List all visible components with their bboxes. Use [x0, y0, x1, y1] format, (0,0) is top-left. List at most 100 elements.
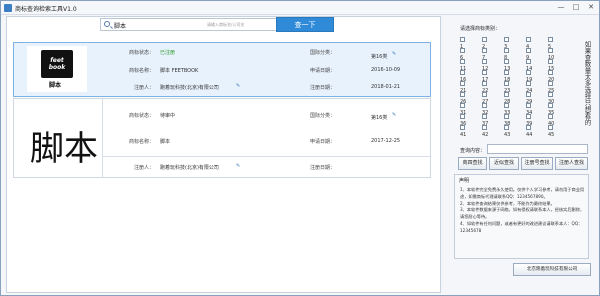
checkbox-icon[interactable]: [548, 92, 553, 97]
category-checkbox[interactable]: 31: [460, 103, 466, 116]
checkbox-icon[interactable]: [460, 103, 465, 108]
checkbox-icon[interactable]: [504, 92, 509, 97]
checkbox-icon[interactable]: [548, 70, 553, 75]
category-checkbox[interactable]: 20: [548, 70, 554, 83]
category-checkbox[interactable]: 33: [504, 103, 510, 116]
category-checkbox[interactable]: 28: [504, 92, 510, 105]
checkbox-icon[interactable]: [548, 59, 553, 64]
edit-icon[interactable]: ✎: [392, 113, 397, 118]
category-checkbox[interactable]: 35: [548, 103, 554, 116]
category-checkbox[interactable]: 2: [482, 37, 488, 50]
checkbox-icon[interactable]: [460, 114, 465, 119]
result-card[interactable]: 脚本 商标状态： 待审中 商标名称： 脚本 注册人： 跑着玩科技(北京)有限公司…: [13, 98, 431, 178]
category-checkbox[interactable]: 10: [548, 48, 554, 61]
checkbox-icon[interactable]: [526, 125, 531, 130]
category-checkbox[interactable]: 38: [504, 114, 510, 127]
checkbox-icon[interactable]: [526, 48, 531, 53]
checkbox-icon[interactable]: [548, 81, 553, 86]
category-checkbox[interactable]: 45: [548, 125, 554, 138]
checkbox-icon[interactable]: [504, 114, 509, 119]
category-checkbox[interactable]: 32: [482, 103, 488, 116]
category-checkbox[interactable]: 18: [504, 70, 510, 83]
checkbox-icon[interactable]: [482, 103, 487, 108]
checkbox-icon[interactable]: [548, 37, 553, 42]
category-checkbox[interactable]: 30: [548, 92, 554, 105]
category-checkbox[interactable]: 6: [460, 48, 466, 61]
category-checkbox[interactable]: 42: [482, 125, 488, 138]
minimize-button[interactable]: —: [553, 2, 569, 13]
checkbox-icon[interactable]: [482, 59, 487, 64]
checkbox-icon[interactable]: [526, 37, 531, 42]
category-checkbox[interactable]: 9: [526, 48, 532, 61]
checkbox-icon[interactable]: [526, 81, 531, 86]
category-checkbox[interactable]: 13: [504, 59, 510, 72]
category-checkbox[interactable]: 15: [548, 59, 554, 72]
category-checkbox[interactable]: 27: [482, 92, 488, 105]
checkbox-icon[interactable]: [482, 92, 487, 97]
category-checkbox[interactable]: 23: [504, 81, 510, 94]
category-checkbox[interactable]: 22: [482, 81, 488, 94]
checkbox-icon[interactable]: [482, 37, 487, 42]
category-checkbox[interactable]: 36: [460, 114, 466, 127]
checkbox-icon[interactable]: [460, 37, 465, 42]
category-checkbox[interactable]: 5: [548, 37, 554, 50]
checkbox-icon[interactable]: [460, 125, 465, 130]
checkbox-icon[interactable]: [460, 70, 465, 75]
checkbox-icon[interactable]: [482, 81, 487, 86]
category-checkbox[interactable]: 39: [526, 114, 532, 127]
regno-search-button[interactable]: 注册号查找: [521, 157, 553, 170]
checkbox-icon[interactable]: [504, 59, 509, 64]
checkbox-icon[interactable]: [482, 125, 487, 130]
checkbox-icon[interactable]: [482, 70, 487, 75]
category-checkbox[interactable]: 34: [526, 103, 532, 116]
category-checkbox[interactable]: 19: [526, 70, 532, 83]
checkbox-icon[interactable]: [460, 92, 465, 97]
checkbox-icon[interactable]: [504, 48, 509, 53]
category-checkbox[interactable]: 25: [548, 81, 554, 94]
checkbox-icon[interactable]: [548, 48, 553, 53]
category-checkbox[interactable]: 12: [482, 59, 488, 72]
category-checkbox[interactable]: 4: [526, 37, 532, 50]
edit-icon[interactable]: ✎: [236, 84, 241, 89]
category-checkbox[interactable]: 11: [460, 59, 466, 72]
edit-icon[interactable]: ✎: [392, 52, 397, 57]
category-checkbox[interactable]: 44: [526, 125, 532, 138]
checkbox-icon[interactable]: [548, 114, 553, 119]
category-checkbox[interactable]: 24: [526, 81, 532, 94]
query-input[interactable]: [487, 144, 588, 154]
checkbox-icon[interactable]: [504, 81, 509, 86]
checkbox-icon[interactable]: [504, 103, 509, 108]
close-button[interactable]: ✕: [583, 2, 599, 13]
category-checkbox[interactable]: 3: [504, 37, 510, 50]
category-checkbox[interactable]: 8: [504, 48, 510, 61]
checkbox-icon[interactable]: [460, 59, 465, 64]
result-card[interactable]: feet book 脚本 商标状态： 已注册 商标名称： 脚本 FEETBOOK…: [13, 42, 431, 97]
search-by-name-button[interactable]: 商四查找: [458, 157, 487, 170]
checkbox-icon[interactable]: [504, 125, 509, 130]
checkbox-icon[interactable]: [504, 37, 509, 42]
search-button[interactable]: 查一下: [276, 17, 334, 32]
category-checkbox[interactable]: 21: [460, 81, 466, 94]
similar-search-button[interactable]: 近似查找: [489, 157, 519, 170]
checkbox-icon[interactable]: [526, 92, 531, 97]
category-checkbox[interactable]: 41: [460, 125, 466, 138]
category-checkbox[interactable]: 14: [526, 59, 532, 72]
checkbox-icon[interactable]: [482, 114, 487, 119]
category-checkbox[interactable]: 17: [482, 70, 488, 83]
category-checkbox[interactable]: 7: [482, 48, 488, 61]
category-checkbox[interactable]: 26: [460, 92, 466, 105]
category-checkbox[interactable]: 40: [548, 114, 554, 127]
category-checkbox[interactable]: 16: [460, 70, 466, 83]
category-checkbox[interactable]: 29: [526, 92, 532, 105]
category-checkbox[interactable]: 37: [482, 114, 488, 127]
checkbox-icon[interactable]: [526, 59, 531, 64]
checkbox-icon[interactable]: [548, 125, 553, 130]
applicant-search-button[interactable]: 注册人查找: [555, 157, 588, 170]
checkbox-icon[interactable]: [526, 70, 531, 75]
edit-icon[interactable]: ✎: [236, 164, 241, 169]
checkbox-icon[interactable]: [526, 114, 531, 119]
checkbox-icon[interactable]: [548, 103, 553, 108]
category-checkbox[interactable]: 43: [504, 125, 510, 138]
checkbox-icon[interactable]: [460, 48, 465, 53]
checkbox-icon[interactable]: [482, 48, 487, 53]
